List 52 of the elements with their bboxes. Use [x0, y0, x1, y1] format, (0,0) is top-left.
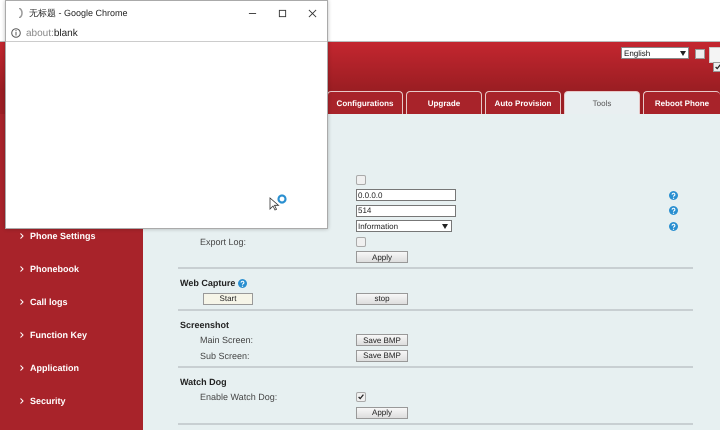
chevron-icon — [20, 266, 24, 272]
action-button[interactable]: Apply — [356, 406, 408, 419]
tab[interactable]: Configurations — [327, 91, 403, 114]
checkbox[interactable] — [713, 62, 720, 72]
input-field[interactable]: 514 — [356, 204, 456, 217]
help-icon[interactable] — [238, 278, 248, 288]
sidebar-item[interactable]: Security — [0, 394, 143, 427]
caret-icon — [680, 50, 686, 56]
help-icon[interactable] — [669, 222, 678, 231]
chevron-icon — [20, 398, 24, 404]
sidebar-item[interactable]: Call logs — [0, 295, 143, 328]
loading-cursor-icon — [269, 194, 289, 212]
sidebar-item[interactable]: Phonebook — [0, 262, 143, 295]
language-select[interactable]: English — [621, 47, 689, 59]
chevron-icon — [20, 332, 24, 338]
tab[interactable]: Auto Provision — [485, 91, 561, 114]
sidebar-item[interactable]: Function Key — [0, 328, 143, 361]
action-button[interactable]: Save BMP — [356, 350, 408, 362]
action-button[interactable]: Save BMP — [356, 334, 408, 346]
field-label: Sub Screen: — [200, 350, 250, 361]
start-button[interactable]: Start — [203, 292, 253, 305]
maximize-icon[interactable] — [278, 8, 287, 18]
action-button[interactable]: Apply — [356, 251, 408, 264]
address-bar[interactable]: about:blank — [26, 28, 78, 38]
input-field[interactable]: 0.0.0.0 — [356, 189, 456, 202]
section-title: Screenshot — [180, 320, 230, 330]
field-label: Export Log: — [200, 236, 246, 247]
sidebar-item[interactable]: Phone Settings — [0, 229, 143, 262]
field-label: Main Screen: — [200, 335, 254, 346]
section-title: Watch Dog — [180, 376, 227, 386]
help-icon[interactable] — [669, 190, 678, 200]
chevron-icon — [20, 299, 24, 305]
tab[interactable]: Reboot Phone — [643, 91, 720, 114]
sidebar-item[interactable]: Application — [0, 361, 143, 394]
help-icon[interactable] — [669, 206, 678, 216]
action-button[interactable]: stop — [356, 292, 408, 305]
checkbox[interactable] — [356, 392, 366, 402]
info-icon[interactable] — [11, 28, 21, 38]
checkbox[interactable] — [695, 49, 705, 59]
checkbox[interactable] — [356, 174, 366, 185]
tab[interactable]: Tools — [564, 91, 640, 114]
tab[interactable]: Upgrade — [406, 91, 482, 114]
field-label: Enable Watch Dog: — [200, 392, 278, 402]
close-icon[interactable] — [308, 8, 317, 18]
app-icon — [19, 8, 24, 18]
chevron-icon — [20, 365, 24, 371]
checkbox[interactable] — [356, 236, 366, 247]
window-title: 无标题 - Google Chrome — [29, 6, 129, 20]
chevron-icon — [20, 233, 24, 239]
caret-icon — [442, 224, 448, 229]
section-title: Web Capture — [180, 278, 236, 288]
select-field[interactable]: Information — [356, 220, 452, 232]
